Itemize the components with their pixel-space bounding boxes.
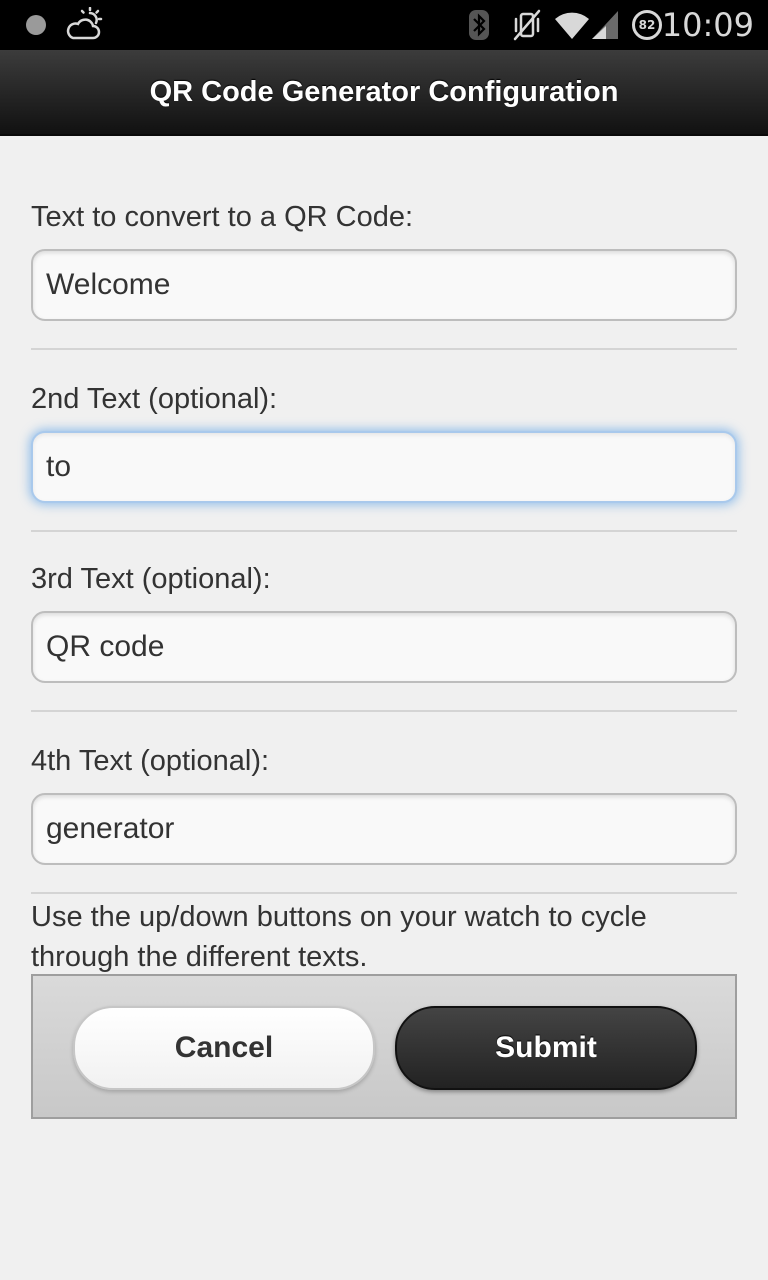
- text-input[interactable]: [31, 249, 737, 321]
- divider: [31, 710, 737, 712]
- divider: [31, 892, 737, 894]
- wifi-icon: [554, 0, 590, 50]
- bluetooth-icon: [466, 0, 492, 50]
- text-field-label: Text to convert to a QR Code:: [31, 201, 414, 233]
- app-header: QR Code Generator Configuration: [0, 50, 768, 136]
- second-text-label: 2nd Text (optional):: [31, 383, 278, 415]
- divider: [31, 348, 737, 350]
- battery-level: 82: [632, 10, 662, 40]
- button-bar: Cancel Submit: [31, 974, 737, 1119]
- notification-dot-icon: [24, 0, 48, 50]
- fourth-text-input[interactable]: [31, 793, 737, 865]
- third-text-label: 3rd Text (optional):: [31, 563, 271, 595]
- third-text-input[interactable]: [31, 611, 737, 683]
- clock: 10:09: [661, 6, 754, 44]
- vibrate-off-icon: [510, 0, 544, 50]
- second-text-input[interactable]: [31, 431, 737, 503]
- page-title: QR Code Generator Configuration: [149, 76, 619, 108]
- help-text: Use the up/down buttons on your watch to…: [31, 901, 647, 973]
- status-bar: 82 10:09: [0, 0, 768, 50]
- submit-button[interactable]: Submit: [395, 1006, 697, 1090]
- cancel-button[interactable]: Cancel: [73, 1006, 375, 1090]
- fourth-text-label: 4th Text (optional):: [31, 745, 270, 777]
- battery-icon: 82: [630, 0, 664, 50]
- signal-icon: [590, 0, 620, 50]
- divider: [31, 530, 737, 532]
- weather-icon: [64, 0, 104, 50]
